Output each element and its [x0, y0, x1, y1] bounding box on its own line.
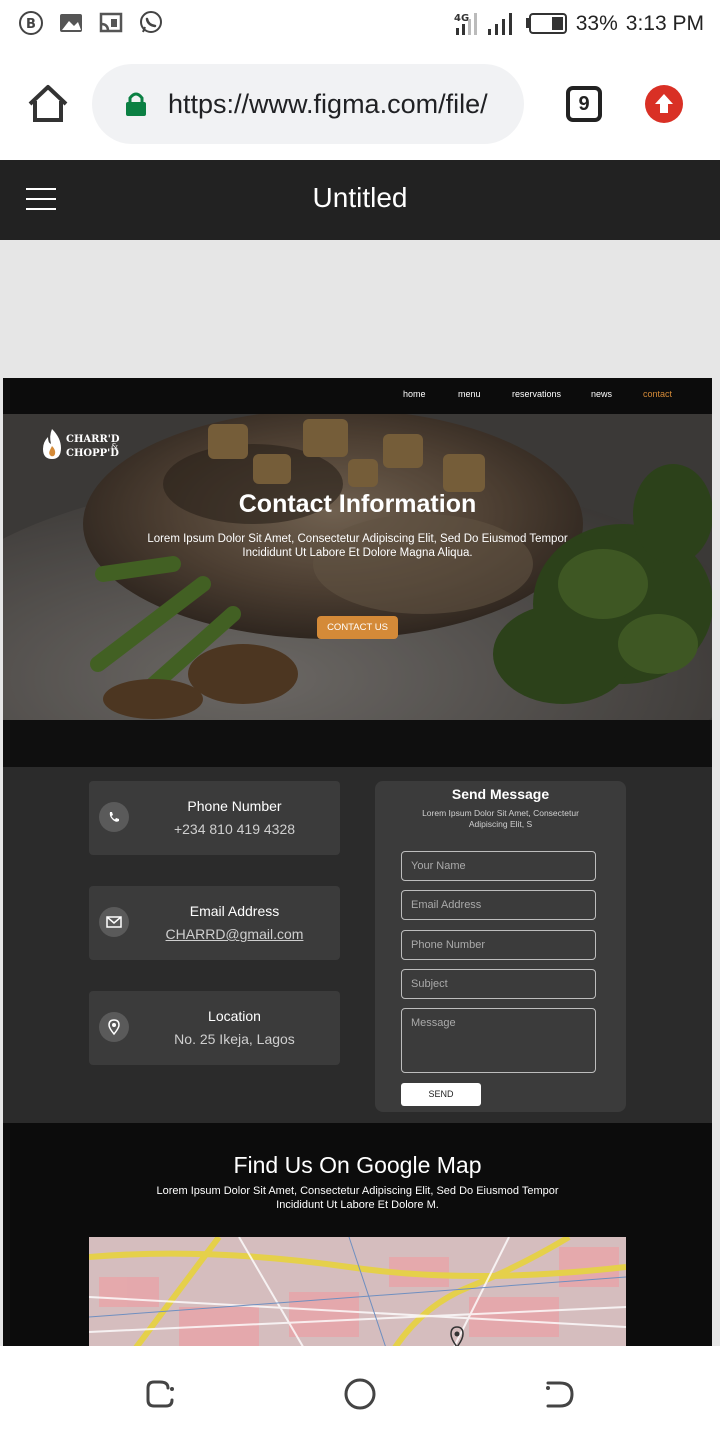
tab-switcher-button[interactable]: 9	[566, 86, 602, 122]
subject-field[interactable]: Subject	[401, 969, 596, 999]
phone-icon	[109, 812, 119, 822]
whatsapp-icon	[140, 11, 162, 33]
contact-section: Phone Number +234 810 419 4328 Email Add…	[3, 767, 712, 1123]
contact-us-button[interactable]: CONTACT US	[317, 616, 398, 639]
hero-section: CHARR'D CHOPP'D & Contact Information Lo…	[3, 414, 712, 720]
nav-home[interactable]: home	[403, 389, 426, 399]
location-pin-icon	[108, 1019, 120, 1036]
map-text: Lorem Ipsum Dolor Sit Amet, Consectetur …	[156, 1185, 559, 1211]
phone-icon-circle	[99, 802, 129, 832]
street-map-image	[89, 1237, 626, 1346]
image-notification-icon	[60, 14, 82, 32]
email-link[interactable]: CHARRD@gmail.com	[129, 926, 340, 942]
nav-reservations[interactable]: reservations	[512, 389, 561, 399]
home-circle-icon[interactable]	[342, 1376, 378, 1412]
email-card: Email Address CHARRD@gmail.com	[89, 886, 340, 960]
phone-title: Phone Number	[187, 798, 282, 814]
phone-card: Phone Number +234 810 419 4328	[89, 781, 340, 855]
upload-button[interactable]	[645, 85, 683, 123]
home-icon[interactable]	[26, 84, 70, 124]
form-title: Send Message	[451, 786, 550, 802]
form-subtitle: Lorem Ipsum Dolor Sit Amet, Consectetur …	[422, 808, 579, 829]
b-app-icon: B	[19, 11, 43, 35]
signal-icon	[487, 13, 512, 35]
send-message-form: Send Message Lorem Ipsum Dolor Sit Amet,…	[375, 781, 626, 1112]
location-icon-circle	[99, 1012, 129, 1042]
clock: 3:13 PM	[625, 12, 704, 35]
brand-ampersand: &	[111, 442, 119, 451]
hero-title: Contact Information	[238, 490, 477, 518]
recent-apps-icon[interactable]	[142, 1376, 178, 1412]
brand-logo[interactable]: CHARR'D CHOPP'D &	[39, 428, 120, 468]
email-field[interactable]: Email Address	[401, 890, 596, 920]
design-frame[interactable]: home menu reservations news contact CHAR…	[3, 378, 712, 1346]
phone-value: +234 810 419 4328	[173, 821, 296, 837]
phone-field[interactable]: Phone Number	[401, 930, 596, 960]
email-icon-circle	[99, 907, 129, 937]
battery-percent: 33%	[575, 12, 618, 35]
svg-text:4G: 4G	[454, 13, 469, 24]
email-title: Email Address	[189, 903, 280, 919]
file-title: Untitled	[312, 182, 408, 213]
network-4g-icon: 4G	[454, 13, 477, 35]
location-card: Location No. 25 Ikeja, Lagos	[89, 991, 340, 1065]
nav-contact[interactable]: contact	[643, 389, 672, 399]
svg-text:B: B	[26, 17, 36, 32]
map-image[interactable]	[89, 1237, 626, 1346]
battery-icon	[525, 13, 567, 34]
name-field[interactable]: Your Name	[401, 851, 596, 881]
url-text: https://www.figma.com/file/	[168, 89, 488, 119]
back-icon[interactable]	[542, 1376, 578, 1412]
design-canvas[interactable]: home menu reservations news contact CHAR…	[0, 240, 720, 1346]
section-divider	[3, 720, 712, 767]
map-section: Find Us On Google Map Lorem Ipsum Dolor …	[3, 1123, 712, 1346]
hero-text: Lorem Ipsum Dolor Sit Amet, Consectetur …	[147, 533, 568, 559]
message-field[interactable]: Message	[401, 1008, 596, 1073]
nav-news[interactable]: news	[591, 389, 612, 399]
lock-icon	[126, 92, 146, 116]
address-bar[interactable]: https://www.figma.com/file/	[92, 64, 524, 144]
envelope-icon	[106, 916, 122, 928]
site-nav: home menu reservations news contact	[3, 378, 712, 414]
nav-menu[interactable]: menu	[458, 389, 481, 399]
flame-icon	[43, 429, 61, 459]
app-bar: Untitled	[0, 160, 720, 240]
location-title: Location	[208, 1008, 261, 1024]
send-button[interactable]: SEND	[401, 1083, 481, 1106]
browser-toolbar: https://www.figma.com/file/ 9	[0, 48, 720, 160]
status-bar: B 4G 33% 3:13 PM	[0, 0, 720, 48]
location-value: No. 25 Ikeja, Lagos	[174, 1031, 295, 1047]
map-title: Find Us On Google Map	[233, 1152, 482, 1178]
system-nav-bar	[0, 1346, 720, 1440]
arrow-up-icon	[655, 94, 673, 113]
cast-icon	[99, 12, 123, 33]
